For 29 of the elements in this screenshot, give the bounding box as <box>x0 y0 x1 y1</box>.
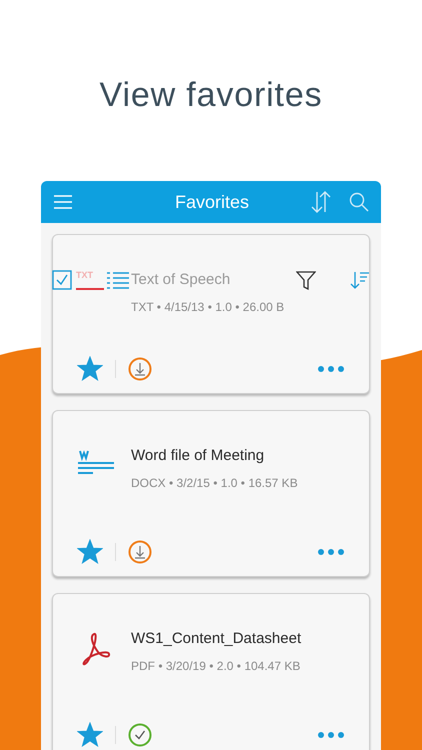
sort-list-icon[interactable] <box>350 271 370 289</box>
more-icon[interactable] <box>317 548 345 556</box>
file-name: Word file of Meeting <box>131 446 266 466</box>
underline-mark <box>76 288 104 290</box>
file-details: DOCX • 3/2/15 • 1.0 • 16.57 KB <box>131 474 298 492</box>
word-document-icon <box>77 449 115 477</box>
search-icon[interactable] <box>349 192 369 212</box>
download-icon[interactable] <box>128 540 152 564</box>
headline: View favorites <box>100 75 322 116</box>
more-icon[interactable] <box>317 730 345 738</box>
file-name: WS1_Content_Datasheet <box>131 629 302 649</box>
star-icon[interactable] <box>77 356 103 381</box>
pdf-icon <box>80 632 112 666</box>
more-icon[interactable] <box>317 364 345 372</box>
file-card[interactable]: WS1_Content_Datasheet PDF • 3/20/19 • 2.0 • 104.47 KB <box>52 593 370 750</box>
app-title: Favorites <box>174 190 250 214</box>
file-type-label: TXT <box>76 270 94 280</box>
file-name: Text of Speech <box>131 270 232 290</box>
select-checkbox[interactable] <box>52 270 72 290</box>
file-details: PDF • 3/20/19 • 2.0 • 104.47 KB <box>131 658 302 674</box>
download-icon[interactable] <box>128 356 152 380</box>
file-card[interactable]: Word file of Meeting DOCX • 3/2/15 • 1.0 • 16.57 KB <box>52 410 370 577</box>
sort-icon[interactable] <box>311 191 331 213</box>
list-view-icon[interactable] <box>106 271 130 289</box>
menu-icon[interactable] <box>53 195 73 209</box>
star-icon[interactable] <box>77 722 103 747</box>
file-details: TXT • 4/15/13 • 1.0 • 26.00 B <box>131 298 284 316</box>
filter-icon[interactable] <box>296 270 316 290</box>
star-icon[interactable] <box>77 539 103 564</box>
